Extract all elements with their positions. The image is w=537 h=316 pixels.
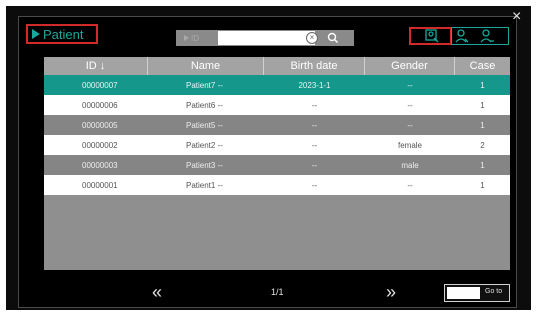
search-prefix-label: ID	[191, 33, 199, 43]
play-icon	[184, 35, 189, 41]
column-header-id[interactable]: ID ↓	[44, 57, 148, 75]
search-bar: ID ×	[176, 30, 354, 46]
cell-gender: --	[407, 120, 413, 130]
cell-name: Patient3 --	[186, 160, 223, 170]
search-field-selector[interactable]: ID	[184, 33, 210, 43]
column-header-name[interactable]: Name	[148, 57, 264, 75]
search-input[interactable]	[218, 31, 315, 45]
patient-table: ID ↓ Name Birth date Gender Case 0000000…	[44, 57, 510, 270]
cell-gender: female	[397, 140, 422, 150]
cell-case: 1	[480, 120, 485, 130]
cell-case: 1	[480, 100, 485, 110]
goto-button[interactable]: Go to	[485, 288, 502, 295]
patient-search-icon[interactable]	[424, 28, 440, 44]
column-header-birth-date[interactable]: Birth date	[264, 57, 365, 75]
page-title: Patient	[43, 26, 84, 42]
cell-case: 2	[480, 140, 485, 150]
table-row[interactable]: 00000003 Patient3 -- -- male 1	[44, 155, 510, 175]
cell-id: 00000001	[82, 180, 118, 190]
cell-name: Patient2 --	[186, 140, 223, 150]
cell-birth-date: --	[311, 140, 318, 150]
cell-id: 00000005	[82, 120, 118, 130]
goto-control: Go to	[444, 284, 510, 302]
cell-id: 00000003	[82, 160, 118, 170]
cell-id: 00000002	[82, 140, 118, 150]
close-button[interactable]: ×	[512, 9, 521, 25]
cell-birth-date: --	[311, 100, 318, 110]
add-user-icon[interactable]	[479, 28, 495, 44]
cell-name: Patient1 --	[186, 180, 223, 190]
prev-page-button[interactable]: «	[152, 282, 162, 303]
cell-name: Patient6 --	[186, 100, 223, 110]
cell-gender: male	[401, 160, 419, 170]
cell-gender: --	[407, 80, 413, 90]
cell-case: 1	[480, 180, 485, 190]
column-header-gender[interactable]: Gender	[365, 57, 455, 75]
page-indicator: 1/1	[271, 287, 284, 297]
cell-id: 00000006	[82, 100, 118, 110]
table-row[interactable]: 00000006 Patient6 -- -- -- 1	[44, 95, 510, 115]
goto-page-input[interactable]	[447, 287, 480, 299]
cell-case: 1	[480, 80, 485, 90]
cell-name: Patient5 --	[186, 120, 223, 130]
cell-birth-date: --	[311, 120, 318, 130]
cell-id: 00000007	[82, 80, 118, 90]
table-row[interactable]: 00000001 Patient1 -- -- -- 1	[44, 175, 510, 195]
column-header-case[interactable]: Case	[455, 57, 510, 75]
table-row[interactable]: 00000005 Patient5 -- -- -- 1	[44, 115, 510, 135]
search-icon[interactable]	[326, 32, 340, 44]
cell-case: 1	[480, 160, 485, 170]
table-row[interactable]: 00000007 Patient7 -- 2023-1-1 -- 1	[44, 75, 510, 95]
cell-birth-date: 2023-1-1	[298, 80, 331, 90]
cell-birth-date: --	[311, 180, 318, 190]
patient-title: Patient	[26, 24, 98, 44]
cell-name: Patient7 --	[186, 80, 223, 90]
cell-gender: --	[407, 100, 413, 110]
table-row[interactable]: 00000002 Patient2 -- -- female 2	[44, 135, 510, 155]
table-header: ID ↓ Name Birth date Gender Case	[44, 57, 510, 75]
cell-gender: --	[407, 180, 413, 190]
cell-birth-date: --	[311, 160, 318, 170]
clear-icon[interactable]: ×	[306, 32, 318, 44]
user-icon[interactable]	[454, 28, 470, 44]
next-page-button[interactable]: »	[386, 282, 396, 303]
play-icon	[32, 29, 40, 39]
